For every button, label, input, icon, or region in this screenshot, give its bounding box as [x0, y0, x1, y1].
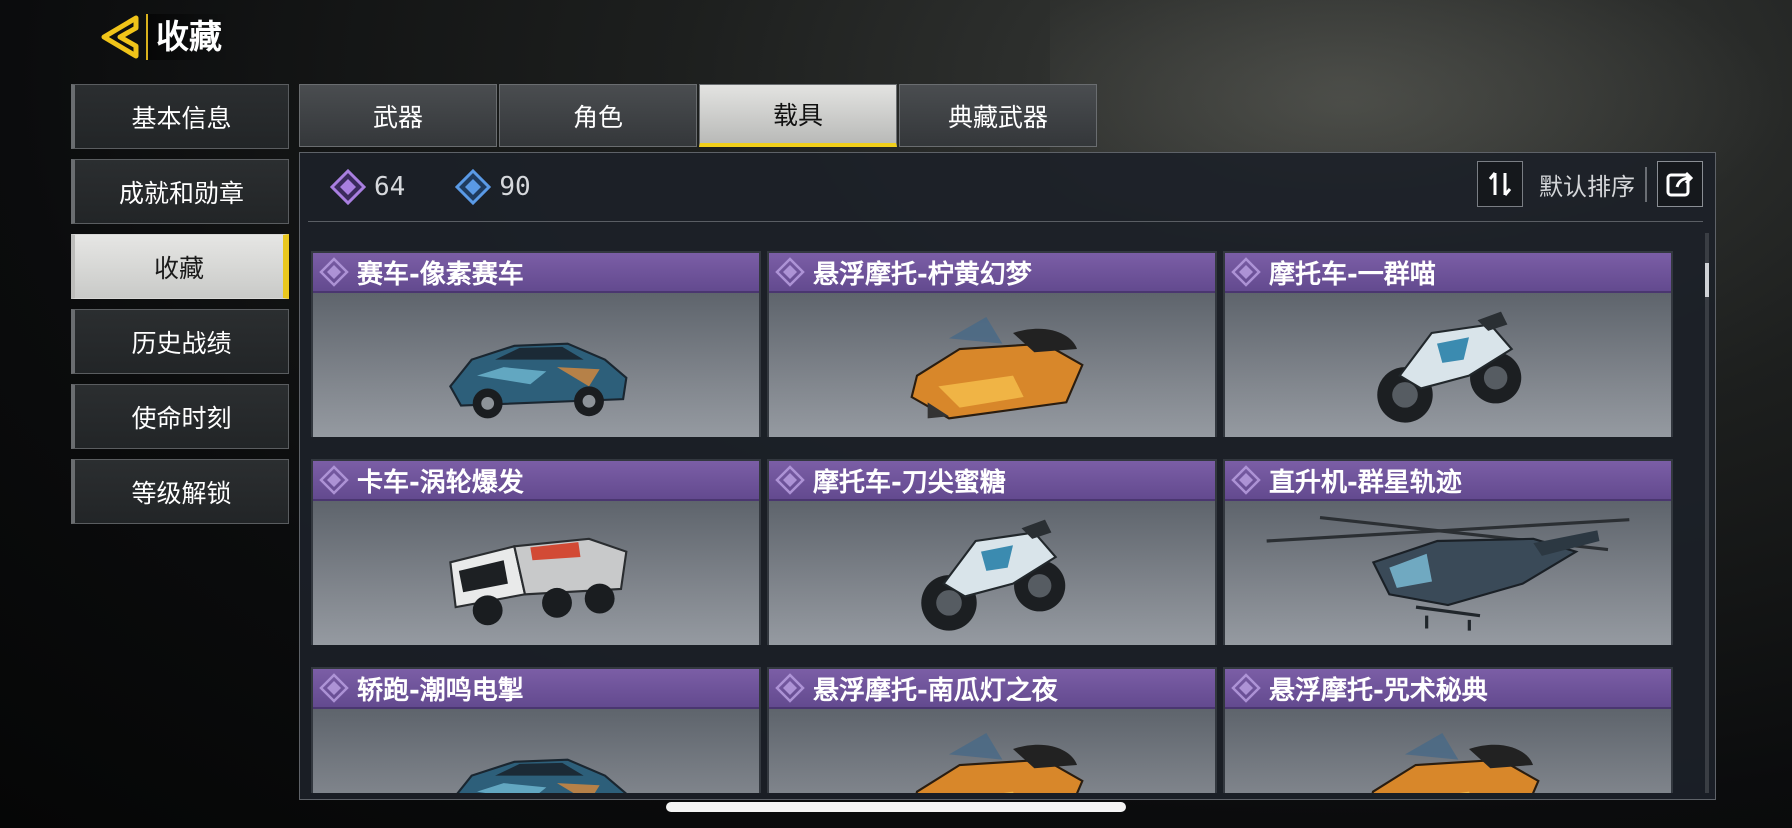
share-icon: [1666, 171, 1694, 197]
card-image-area: [769, 293, 1215, 437]
vehicle-card[interactable]: 悬浮摩托-柠黄幻梦: [767, 251, 1217, 437]
card-title: 摩托车-刀尖蜜糖: [813, 467, 1006, 498]
card-title: 赛车-像素赛车: [357, 259, 524, 290]
vehicle-card[interactable]: 摩托车-刀尖蜜糖: [767, 459, 1217, 645]
vehicle-card[interactable]: 赛车-像素赛车: [311, 251, 761, 437]
sidebar-item-level-unlock[interactable]: 等级解锁: [71, 459, 289, 524]
card-title: 轿跑-潮鸣电掣: [357, 675, 524, 706]
card-image-area: [313, 709, 759, 793]
share-button[interactable]: [1657, 161, 1703, 207]
page-title: 收藏: [146, 14, 230, 60]
card-header: 摩托车-刀尖蜜糖: [769, 461, 1215, 501]
motorcycle-image: [921, 519, 1066, 631]
motorcycle-image: [1377, 311, 1522, 423]
card-header: 赛车-像素赛车: [313, 253, 759, 293]
sidebar-item-history[interactable]: 历史战绩: [71, 309, 289, 374]
rarity-diamond-icon: [1231, 257, 1261, 287]
hoverbike-image: [1371, 733, 1541, 793]
rarity-diamond-icon: [319, 673, 349, 703]
card-header: 悬浮摩托-南瓜灯之夜: [769, 669, 1215, 709]
rarity-diamond-icon: [1231, 673, 1261, 703]
hoverbike-image: [910, 317, 1085, 420]
purple-diamond-icon: [330, 169, 366, 205]
car-image: [456, 758, 628, 793]
card-header: 卡车-涡轮爆发: [313, 461, 759, 501]
home-indicator[interactable]: [666, 802, 1126, 812]
rarity-diamond-icon: [1231, 465, 1261, 495]
tab-weapons[interactable]: 武器: [299, 84, 497, 147]
sidebar: 基本信息 成就和勋章 收藏 历史战绩 使命时刻 等级解锁: [71, 84, 289, 534]
card-title: 直升机-群星轨迹: [1269, 467, 1462, 498]
rarity-diamond-icon: [775, 257, 805, 287]
card-title: 卡车-涡轮爆发: [357, 467, 524, 498]
vehicle-card[interactable]: 卡车-涡轮爆发: [311, 459, 761, 645]
rarity-diamond-icon: [775, 673, 805, 703]
rarity-stats: 64 90: [330, 169, 581, 205]
rarity-diamond-icon: [775, 465, 805, 495]
sidebar-item-basic-info[interactable]: 基本信息: [71, 84, 289, 149]
card-title: 悬浮摩托-南瓜灯之夜: [813, 675, 1058, 706]
category-tabs: 武器 角色 载具 典藏武器: [299, 84, 1099, 147]
sort-arrows-icon: [1488, 172, 1512, 196]
sidebar-item-moments[interactable]: 使命时刻: [71, 384, 289, 449]
vehicle-card[interactable]: 直升机-群星轨迹: [1223, 459, 1673, 645]
vehicle-card[interactable]: 摩托车-一群喵: [1223, 251, 1673, 437]
card-header: 悬浮摩托-咒术秘典: [1225, 669, 1671, 709]
card-header: 轿跑-潮鸣电掣: [313, 669, 759, 709]
truck-image: [449, 537, 628, 626]
vehicle-card[interactable]: 悬浮摩托-咒术秘典: [1223, 667, 1673, 793]
rarity-diamond-icon: [319, 257, 349, 287]
card-image-area: [1225, 501, 1671, 645]
sort-area: 默认排序: [1477, 161, 1703, 207]
card-image-area: [769, 501, 1215, 645]
purple-count: 64: [330, 169, 405, 205]
header-divider: [308, 221, 1703, 222]
sidebar-item-achievements[interactable]: 成就和勋章: [71, 159, 289, 224]
back-button[interactable]: [98, 14, 144, 60]
car-image: [449, 342, 628, 419]
card-title: 悬浮摩托-咒术秘典: [1269, 675, 1488, 706]
tab-vehicles[interactable]: 载具: [699, 84, 897, 147]
card-image-area: [769, 709, 1215, 793]
rarity-diamond-icon: [319, 465, 349, 495]
collection-panel: 64 90 默认排序 赛车-像素赛车 悬浮摩托-柠黄幻梦 摩托车-一群喵 卡车-…: [299, 152, 1716, 800]
helicopter-image: [1266, 515, 1630, 631]
tab-legendary-weapons[interactable]: 典藏武器: [899, 84, 1097, 147]
sort-label[interactable]: 默认排序: [1539, 166, 1647, 202]
sidebar-item-collection[interactable]: 收藏: [71, 234, 289, 299]
card-header: 直升机-群星轨迹: [1225, 461, 1671, 501]
card-title: 摩托车-一群喵: [1269, 259, 1436, 290]
card-header: 摩托车-一群喵: [1225, 253, 1671, 293]
hoverbike-image: [915, 733, 1085, 793]
back-arrow-icon: [101, 15, 139, 59]
card-header: 悬浮摩托-柠黄幻梦: [769, 253, 1215, 293]
tab-characters[interactable]: 角色: [499, 84, 697, 147]
blue-diamond-icon: [455, 169, 492, 205]
card-image-area: [313, 293, 759, 437]
card-title: 悬浮摩托-柠黄幻梦: [813, 259, 1032, 290]
card-image-area: [1225, 293, 1671, 437]
scrollbar-thumb[interactable]: [1705, 263, 1709, 297]
card-image-area: [1225, 709, 1671, 793]
blue-count: 90: [455, 169, 531, 205]
vehicle-card[interactable]: 轿跑-潮鸣电掣: [311, 667, 761, 793]
vehicle-grid: 赛车-像素赛车 悬浮摩托-柠黄幻梦 摩托车-一群喵 卡车-涡轮爆发 摩托车-刀尖…: [311, 251, 1675, 793]
sort-toggle-button[interactable]: [1477, 161, 1523, 207]
card-image-area: [313, 501, 759, 645]
scrollbar[interactable]: [1705, 233, 1709, 793]
vehicle-card[interactable]: 悬浮摩托-南瓜灯之夜: [767, 667, 1217, 793]
